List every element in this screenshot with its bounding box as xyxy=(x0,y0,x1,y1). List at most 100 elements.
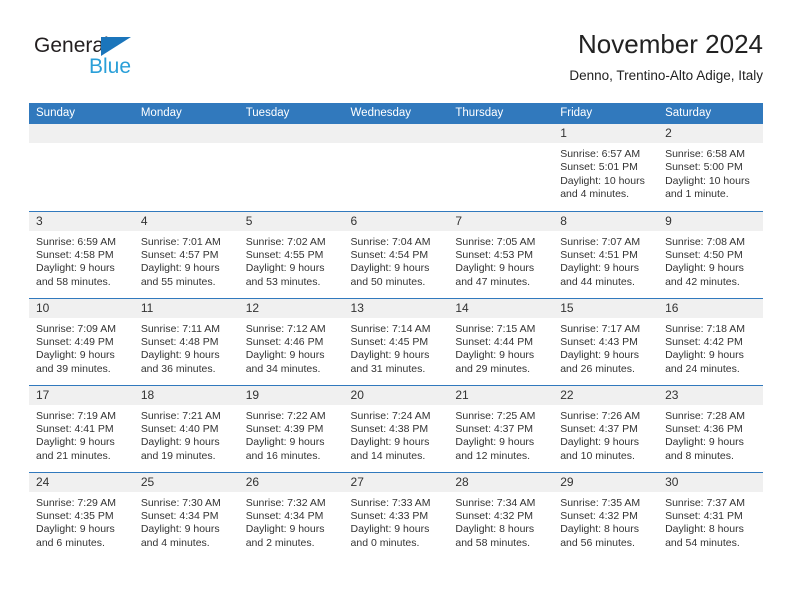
calendar-day-cell[interactable]: 5 Sunrise: 7:02 AM Sunset: 4:55 PM Daylight… xyxy=(238,210,344,298)
calendar-day-cell[interactable]: 1 Sunrise: 6:57 AM Sunset: 5:01 PM Daylight… xyxy=(553,124,659,211)
day-details: Sunrise: 7:33 AM Sunset: 4:33 PM Daylight:… xyxy=(344,492,449,551)
sunset-text: Sunset: 4:32 PM xyxy=(455,509,534,522)
sunrise-text: Sunrise: 7:34 AM xyxy=(455,496,536,509)
calendar-day-cell[interactable]: 17 Sunrise: 7:19 AM Sunset: 4:41 PM Dayligh… xyxy=(29,384,134,472)
day-number: 18 xyxy=(133,385,239,405)
day-cell-inner xyxy=(238,124,344,143)
calendar-day-cell[interactable]: 16 Sunrise: 7:18 AM Sunset: 4:42 PM Dayligh… xyxy=(658,297,763,385)
sunset-text: Sunset: 4:45 PM xyxy=(350,335,429,348)
day-details: Sunrise: 7:08 AM Sunset: 4:50 PM Daylight:… xyxy=(658,231,763,290)
daylight-text: Daylight: 9 hours and 12 minutes. xyxy=(455,436,535,462)
calendar-day-cell[interactable]: 14 Sunrise: 7:15 AM Sunset: 4:44 PM Dayligh… xyxy=(448,297,554,385)
sunrise-text: Sunrise: 7:11 AM xyxy=(140,322,221,335)
weekday-header-thursday: Thursday xyxy=(448,103,554,124)
calendar-day-cell[interactable]: 7 Sunrise: 7:05 AM Sunset: 4:53 PM Daylight… xyxy=(448,210,554,298)
day-details: Sunrise: 7:15 AM Sunset: 4:44 PM Daylight:… xyxy=(448,318,553,377)
sunset-text: Sunset: 4:37 PM xyxy=(455,422,534,435)
day-number: 27 xyxy=(343,472,449,492)
calendar-day-cell[interactable]: 4 Sunrise: 7:01 AM Sunset: 4:57 PM Daylight… xyxy=(133,210,239,298)
day-details: Sunrise: 7:05 AM Sunset: 4:53 PM Daylight:… xyxy=(448,231,553,290)
day-number: 3 xyxy=(29,211,134,231)
day-number: 13 xyxy=(343,298,449,318)
day-details: Sunrise: 7:35 AM Sunset: 4:32 PM Daylight:… xyxy=(553,492,658,551)
calendar-day-cell[interactable]: 18 Sunrise: 7:21 AM Sunset: 4:40 PM Dayligh… xyxy=(133,384,239,472)
day-details: Sunrise: 7:25 AM Sunset: 4:37 PM Daylight:… xyxy=(448,405,553,464)
day-number: 22 xyxy=(553,385,659,405)
day-cell-inner: 16 Sunrise: 7:18 AM Sunset: 4:42 PM Dayligh… xyxy=(658,298,763,377)
daylight-text: Daylight: 9 hours and 44 minutes. xyxy=(560,262,640,288)
title-block: November 2024 Denno, Trentino-Alto Adige… xyxy=(569,28,763,86)
calendar-day-cell[interactable]: 6 Sunrise: 7:04 AM Sunset: 4:54 PM Daylight… xyxy=(343,210,449,298)
day-cell-inner: 3 Sunrise: 6:59 AM Sunset: 4:58 PM Daylight… xyxy=(29,211,134,290)
day-cell-inner: 24 Sunrise: 7:29 AM Sunset: 4:35 PM Dayligh… xyxy=(29,472,134,551)
calendar-day-cell[interactable]: 3 Sunrise: 6:59 AM Sunset: 4:58 PM Daylight… xyxy=(29,210,134,298)
daylight-text: Daylight: 10 hours and 1 minute. xyxy=(665,174,750,201)
daylight-text: Daylight: 9 hours and 47 minutes. xyxy=(455,262,535,288)
daylight-text: Daylight: 8 hours and 56 minutes. xyxy=(560,523,640,549)
calendar-day-cell-empty xyxy=(133,124,239,211)
sunrise-text: Sunrise: 7:28 AM xyxy=(665,409,746,422)
calendar-day-cell[interactable]: 23 Sunrise: 7:28 AM Sunset: 4:36 PM Dayligh… xyxy=(658,384,763,472)
daylight-text: Daylight: 9 hours and 19 minutes. xyxy=(140,436,220,462)
day-number: 19 xyxy=(238,385,344,405)
day-number: 1 xyxy=(553,124,659,143)
day-cell-inner: 21 Sunrise: 7:25 AM Sunset: 4:37 PM Dayligh… xyxy=(448,385,554,464)
day-cell-inner: 12 Sunrise: 7:12 AM Sunset: 4:46 PM Dayligh… xyxy=(238,298,344,377)
sunrise-text: Sunrise: 7:22 AM xyxy=(245,409,326,422)
sunrise-text: Sunrise: 7:19 AM xyxy=(36,409,116,422)
calendar-day-cell[interactable]: 9 Sunrise: 7:08 AM Sunset: 4:50 PM Daylight… xyxy=(658,210,763,298)
calendar-day-cell[interactable]: 24 Sunrise: 7:29 AM Sunset: 4:35 PM Dayligh… xyxy=(29,471,134,562)
daylight-text: Daylight: 9 hours and 2 minutes. xyxy=(245,523,325,549)
day-number xyxy=(29,124,134,143)
sunset-text: Sunset: 4:41 PM xyxy=(36,422,114,435)
day-cell-inner: 4 Sunrise: 7:01 AM Sunset: 4:57 PM Daylight… xyxy=(133,211,239,290)
day-number: 23 xyxy=(658,385,763,405)
sunrise-text: Sunrise: 7:32 AM xyxy=(245,496,326,509)
day-cell-inner: 26 Sunrise: 7:32 AM Sunset: 4:34 PM Dayligh… xyxy=(238,472,344,551)
sunrise-text: Sunrise: 7:33 AM xyxy=(350,496,431,509)
day-details: Sunrise: 7:12 AM Sunset: 4:46 PM Daylight:… xyxy=(239,318,344,377)
sunrise-text: Sunrise: 7:30 AM xyxy=(140,496,221,509)
sunset-text: Sunset: 4:38 PM xyxy=(350,422,429,435)
calendar-day-cell[interactable]: 19 Sunrise: 7:22 AM Sunset: 4:39 PM Dayligh… xyxy=(238,384,344,472)
calendar-day-cell[interactable]: 25 Sunrise: 7:30 AM Sunset: 4:34 PM Dayligh… xyxy=(133,471,239,562)
sunrise-text: Sunrise: 7:12 AM xyxy=(245,322,326,335)
calendar-day-cell[interactable]: 27 Sunrise: 7:33 AM Sunset: 4:33 PM Dayligh… xyxy=(343,471,449,562)
day-cell-inner: 14 Sunrise: 7:15 AM Sunset: 4:44 PM Dayligh… xyxy=(448,298,554,377)
day-details: Sunrise: 7:26 AM Sunset: 4:37 PM Daylight:… xyxy=(553,405,658,464)
day-number: 26 xyxy=(238,472,344,492)
calendar-body: 1 Sunrise: 6:57 AM Sunset: 5:01 PM Daylight… xyxy=(29,124,763,562)
day-number: 30 xyxy=(658,472,763,492)
calendar-day-cell[interactable]: 28 Sunrise: 7:34 AM Sunset: 4:32 PM Dayligh… xyxy=(448,471,554,562)
calendar-day-cell[interactable]: 13 Sunrise: 7:14 AM Sunset: 4:45 PM Dayligh… xyxy=(343,297,449,385)
calendar-day-cell[interactable]: 26 Sunrise: 7:32 AM Sunset: 4:34 PM Dayligh… xyxy=(238,471,344,562)
day-cell-inner: 22 Sunrise: 7:26 AM Sunset: 4:37 PM Dayligh… xyxy=(553,385,659,464)
sunrise-text: Sunrise: 7:25 AM xyxy=(455,409,536,422)
daylight-text: Daylight: 9 hours and 6 minutes. xyxy=(36,523,115,549)
calendar-day-cell[interactable]: 12 Sunrise: 7:12 AM Sunset: 4:46 PM Dayligh… xyxy=(238,297,344,385)
calendar-day-cell[interactable]: 22 Sunrise: 7:26 AM Sunset: 4:37 PM Dayligh… xyxy=(553,384,659,472)
sunrise-text: Sunrise: 7:07 AM xyxy=(560,235,641,248)
calendar-day-cell[interactable]: 29 Sunrise: 7:35 AM Sunset: 4:32 PM Dayligh… xyxy=(553,471,659,562)
daylight-text: Daylight: 8 hours and 58 minutes. xyxy=(455,523,535,549)
sunrise-text: Sunrise: 7:18 AM xyxy=(665,322,746,335)
calendar-day-cell[interactable]: 2 Sunrise: 6:58 AM Sunset: 5:00 PM Daylight… xyxy=(658,124,763,211)
weekday-header-tuesday: Tuesday xyxy=(238,103,344,124)
calendar-day-cell[interactable]: 10 Sunrise: 7:09 AM Sunset: 4:49 PM Dayligh… xyxy=(29,297,134,385)
calendar-week-row: 3 Sunrise: 6:59 AM Sunset: 4:58 PM Daylight… xyxy=(29,210,763,298)
calendar-week-row: 10 Sunrise: 7:09 AM Sunset: 4:49 PM Dayligh… xyxy=(29,297,763,385)
day-number: 28 xyxy=(448,472,554,492)
calendar-day-cell[interactable]: 30 Sunrise: 7:37 AM Sunset: 4:31 PM Dayligh… xyxy=(658,471,763,562)
day-number: 17 xyxy=(29,385,134,405)
calendar-day-cell[interactable]: 21 Sunrise: 7:25 AM Sunset: 4:37 PM Dayligh… xyxy=(448,384,554,472)
calendar-day-cell[interactable]: 8 Sunrise: 7:07 AM Sunset: 4:51 PM Daylight… xyxy=(553,210,659,298)
daylight-text: Daylight: 9 hours and 39 minutes. xyxy=(36,349,115,375)
calendar-day-cell[interactable]: 15 Sunrise: 7:17 AM Sunset: 4:43 PM Dayligh… xyxy=(553,297,659,385)
calendar-day-cell[interactable]: 11 Sunrise: 7:11 AM Sunset: 4:48 PM Dayligh… xyxy=(133,297,239,385)
daylight-text: Daylight: 9 hours and 42 minutes. xyxy=(665,262,744,288)
calendar-day-cell[interactable]: 20 Sunrise: 7:24 AM Sunset: 4:38 PM Dayligh… xyxy=(343,384,449,472)
day-details: Sunrise: 7:11 AM Sunset: 4:48 PM Daylight:… xyxy=(134,318,239,377)
sunrise-text: Sunrise: 7:09 AM xyxy=(36,322,116,335)
logo-text-blue: Blue xyxy=(89,55,132,78)
day-cell-inner: 18 Sunrise: 7:21 AM Sunset: 4:40 PM Dayligh… xyxy=(133,385,239,464)
